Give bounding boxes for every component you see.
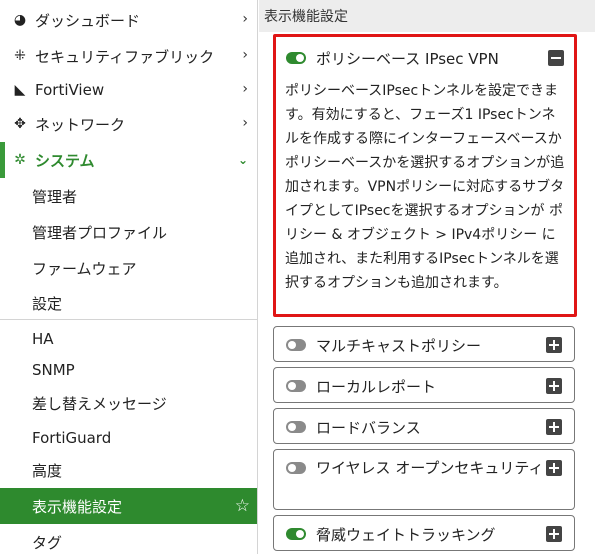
expand-plus-icon[interactable] xyxy=(546,419,562,435)
feature-toggle[interactable] xyxy=(286,421,306,433)
feature-card-header: 脅威ウェイトトラッキング xyxy=(274,516,574,552)
sidebar-subitem-snmp[interactable]: SNMP xyxy=(0,352,257,388)
feature-title: ポリシーベース IPsec VPN xyxy=(316,49,499,68)
feature-card-load-balance: ロードバランス xyxy=(273,408,575,444)
feature-toggle[interactable] xyxy=(286,462,306,474)
sidebar-subitem-settings[interactable]: 設定 xyxy=(0,285,257,321)
sidebar-subitem-label: SNMP xyxy=(32,361,75,379)
feature-card-threat-weight-tracking: 脅威ウェイトトラッキング xyxy=(273,515,575,551)
feature-card-wireless-open-security: ワイヤレス オープンセキュリティ xyxy=(273,449,575,510)
toggle-knob xyxy=(296,530,304,538)
feature-title: マルチキャストポリシー xyxy=(316,336,482,355)
feature-card-header: マルチキャストポリシー xyxy=(274,327,574,363)
network-icon: ✥ xyxy=(14,116,26,132)
feature-title: ワイヤレス オープンセキュリティ xyxy=(316,459,544,477)
dashboard-icon: ◕ xyxy=(13,12,27,28)
main-panel: 表示機能設定 ポリシーベース IPsec VPN ポリシーベースIPsecトンネ… xyxy=(259,0,595,554)
toggle-knob xyxy=(288,423,296,431)
chevron-right-icon: › xyxy=(242,11,248,27)
sidebar-item-label: ネットワーク xyxy=(35,115,126,134)
sidebar-subitem-label: 差し替えメッセージ xyxy=(32,394,167,413)
chevron-right-icon: › xyxy=(242,115,248,131)
sidebar: ◕ ダッシュボード › ⁜ セキュリティファブリック › ◣ FortiView… xyxy=(0,0,258,554)
chevron-right-icon: › xyxy=(242,47,248,63)
sidebar-subitem-feature-visibility[interactable]: 表示機能設定 ☆ xyxy=(0,488,257,524)
sidebar-subitem-fortiguard[interactable]: FortiGuard xyxy=(0,420,257,456)
sidebar-subitem-label: 管理者 xyxy=(32,187,78,206)
chevron-right-icon: › xyxy=(242,81,248,97)
sidebar-divider xyxy=(0,319,257,320)
feature-toggle[interactable] xyxy=(286,339,306,351)
sidebar-subitem-administrators[interactable]: 管理者 xyxy=(0,178,257,214)
feature-card-header: ワイヤレス オープンセキュリティ xyxy=(274,450,574,480)
toggle-knob xyxy=(288,464,296,472)
feature-card-header: ロードバランス xyxy=(274,409,574,445)
chevron-down-icon: ⌄ xyxy=(237,153,248,167)
star-icon[interactable]: ☆ xyxy=(235,496,250,516)
expand-plus-icon[interactable] xyxy=(546,526,562,542)
feature-title: ローカルレポート xyxy=(316,377,437,396)
sidebar-subitem-label: 高度 xyxy=(32,461,63,480)
security-fabric-icon: ⁜ xyxy=(14,48,26,64)
sidebar-subitem-label: 管理者プロファイル xyxy=(32,223,168,242)
sidebar-subitem-replacement-messages[interactable]: 差し替えメッセージ xyxy=(0,385,257,421)
feature-toggle[interactable] xyxy=(286,528,306,540)
feature-toggle[interactable] xyxy=(286,380,306,392)
expand-plus-icon[interactable] xyxy=(546,337,562,353)
feature-toggle[interactable] xyxy=(286,52,306,64)
sidebar-item-dashboard[interactable]: ◕ ダッシュボード › xyxy=(0,2,257,38)
sidebar-item-label: ダッシュボード xyxy=(35,11,141,30)
sidebar-subitem-label: FortiGuard xyxy=(32,429,112,447)
sidebar-subitem-label: 表示機能設定 xyxy=(32,497,123,516)
toggle-knob xyxy=(288,341,296,349)
feature-description: ポリシーベースIPsecトンネルを設定できます。有効にすると、フェーズ1 IPs… xyxy=(285,83,565,291)
collapse-minus-icon[interactable] xyxy=(548,50,564,66)
feature-title: 脅威ウェイトトラッキング xyxy=(316,525,496,544)
feature-card-multicast-policy: マルチキャストポリシー xyxy=(273,326,575,362)
gear-icon: ✲ xyxy=(14,152,26,168)
sidebar-item-security-fabric[interactable]: ⁜ セキュリティファブリック › xyxy=(0,38,257,74)
feature-card-local-reports: ローカルレポート xyxy=(273,367,575,403)
feature-card-header: ポリシーベース IPsec VPN xyxy=(276,40,574,76)
toggle-knob xyxy=(296,54,304,62)
sidebar-item-network[interactable]: ✥ ネットワーク › xyxy=(0,106,257,142)
expand-plus-icon[interactable] xyxy=(546,378,562,394)
sidebar-subitem-label: 設定 xyxy=(32,294,63,313)
sidebar-item-system[interactable]: ✲ システム ⌄ xyxy=(0,142,257,178)
feature-card-policy-based-ipsec-vpn: ポリシーベース IPsec VPN ポリシーベースIPsecトンネルを設定できま… xyxy=(273,34,577,317)
page-title: 表示機能設定 xyxy=(259,0,595,32)
expand-plus-icon[interactable] xyxy=(546,460,562,476)
sidebar-subitem-admin-profiles[interactable]: 管理者プロファイル xyxy=(0,214,257,250)
feature-card-header: ローカルレポート xyxy=(274,368,574,404)
sidebar-item-label: FortiView xyxy=(35,81,105,99)
sidebar-item-label: システム xyxy=(35,151,95,170)
sidebar-subitem-advanced[interactable]: 高度 xyxy=(0,452,257,488)
sidebar-subitem-label: ファームウェア xyxy=(32,259,137,278)
toggle-knob xyxy=(288,382,296,390)
feature-title: ロードバランス xyxy=(316,418,421,437)
sidebar-item-label: セキュリティファブリック xyxy=(35,47,215,66)
sidebar-subitem-label: HA xyxy=(32,330,54,348)
sidebar-subitem-tags[interactable]: タグ xyxy=(0,524,257,554)
fortiview-icon: ◣ xyxy=(14,82,26,98)
sidebar-subitem-firmware[interactable]: ファームウェア xyxy=(0,250,257,286)
sidebar-subitem-label: タグ xyxy=(32,533,63,552)
sidebar-item-fortiview[interactable]: ◣ FortiView › xyxy=(0,72,257,108)
